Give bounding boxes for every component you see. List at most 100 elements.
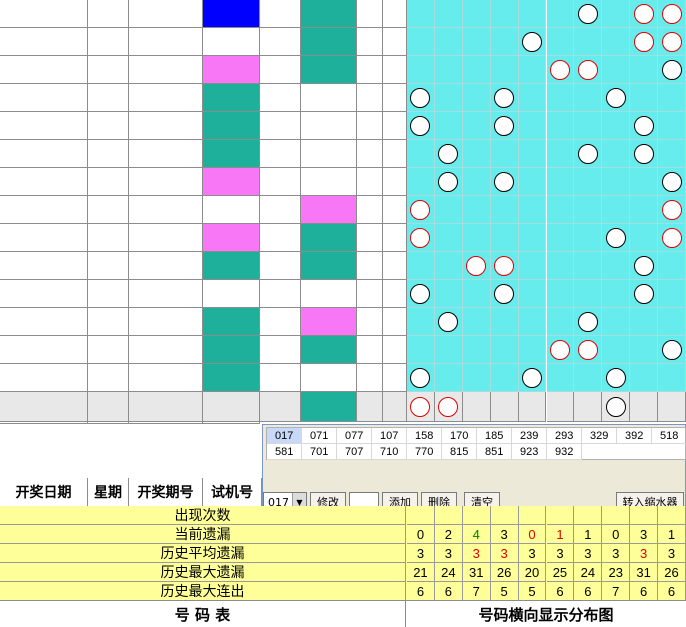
trial-number-item[interactable]: 701 <box>302 444 337 460</box>
cell-period <box>129 336 203 364</box>
dist-cell-3 <box>490 0 519 28</box>
dist-cell-1 <box>434 0 463 28</box>
cell-week <box>88 84 129 112</box>
header-trial[interactable]: 试机号 <box>203 478 262 506</box>
trial-number-item[interactable]: 518 <box>652 428 686 444</box>
header-date[interactable]: 开奖日期 <box>0 478 88 506</box>
cell-date[interactable] <box>0 252 88 280</box>
dist-cell-7 <box>602 112 631 140</box>
cell-period <box>129 140 203 168</box>
dist-cell-0 <box>407 84 435 112</box>
trial-number-item[interactable]: 815 <box>442 444 477 460</box>
cell-date[interactable] <box>0 224 88 252</box>
cell-draw <box>203 140 260 168</box>
dist-cell-4 <box>518 56 547 84</box>
cell-date[interactable] <box>0 56 88 84</box>
stat-value: 1 <box>574 525 603 544</box>
trial-number-item[interactable]: 770 <box>407 444 442 460</box>
cell-date[interactable] <box>0 196 88 224</box>
column-headers: 开奖日期 星期 开奖期号 试机号 <box>0 478 262 506</box>
cell-date[interactable] <box>0 308 88 336</box>
cell-b <box>383 224 407 252</box>
cell-a <box>357 336 383 364</box>
dist-cell-6 <box>574 0 603 28</box>
hit-ball <box>633 3 654 24</box>
trial-number-item[interactable]: 851 <box>477 444 512 460</box>
dist-cell-8 <box>630 28 659 56</box>
trial-number-item[interactable]: 329 <box>582 428 617 444</box>
stat-value: 31 <box>462 563 491 582</box>
cell-b <box>383 308 407 336</box>
cell-date[interactable] <box>0 84 88 112</box>
cell-date[interactable] <box>0 140 88 168</box>
trial-number-item[interactable]: 932 <box>547 444 582 460</box>
trial-number-item[interactable]: 170 <box>442 428 477 444</box>
cell-trial <box>301 336 357 364</box>
cell-b <box>383 252 407 280</box>
cell-week <box>88 280 129 308</box>
dist-cell-3 <box>490 196 519 224</box>
trial-number-item[interactable]: 392 <box>617 428 652 444</box>
header-week[interactable]: 星期 <box>88 478 129 506</box>
pending-b <box>383 392 407 422</box>
stat-label: 历史平均遗漏 <box>0 544 406 563</box>
distribution-title: 号码横向显示分布图 <box>478 606 614 624</box>
dist-cell-2 <box>462 84 491 112</box>
trial-number-item[interactable]: 581 <box>267 444 302 460</box>
dist-cell-1 <box>434 280 463 308</box>
stat-value: 3 <box>630 525 659 544</box>
cell-date[interactable] <box>0 0 88 28</box>
dist-cell-1 <box>434 140 463 168</box>
hit-ball <box>522 31 543 52</box>
trial-number-item[interactable]: 293 <box>547 428 582 444</box>
stat-value: 1 <box>658 525 686 544</box>
cell-date[interactable] <box>0 168 88 196</box>
dist-cell-4 <box>518 224 547 252</box>
cell-b <box>383 280 407 308</box>
hit-ball <box>410 227 431 248</box>
dist-cell-5 <box>546 308 575 336</box>
trial-number-item[interactable]: 107 <box>372 428 407 444</box>
dist-cell-1 <box>434 336 463 364</box>
hit-ball <box>494 87 515 108</box>
trial-number-item[interactable]: 071 <box>302 428 337 444</box>
trial-number-item[interactable]: 158 <box>407 428 442 444</box>
stat-label: 历史最大连出 <box>0 582 406 601</box>
trial-number-item[interactable]: 017 <box>267 428 302 444</box>
trial-number-item[interactable]: 185 <box>477 428 512 444</box>
cell-n1 <box>260 364 301 392</box>
trial-number-item[interactable]: 239 <box>512 428 547 444</box>
cell-date[interactable] <box>0 364 88 392</box>
cell-week <box>88 0 129 28</box>
cell-date[interactable] <box>0 280 88 308</box>
cell-n1 <box>260 196 301 224</box>
stat-value: 0 <box>602 525 631 544</box>
stat-value: 3 <box>658 544 686 563</box>
cell-a <box>357 224 383 252</box>
dist-cell-7 <box>602 280 631 308</box>
cell-week <box>88 308 129 336</box>
dist-cell-9 <box>658 168 686 196</box>
dist-cell-9 <box>658 84 686 112</box>
cell-date[interactable] <box>0 28 88 56</box>
dist-cell-2 <box>462 140 491 168</box>
dist-cell-0 <box>407 196 435 224</box>
cell-trial <box>301 280 357 308</box>
cell-trial <box>301 0 357 28</box>
cell-draw <box>203 196 260 224</box>
trial-number-item[interactable]: 707 <box>337 444 372 460</box>
dist-cell-9 <box>658 364 686 392</box>
trial-number-list[interactable]: 017 071 077 107 158 170 185 239 293 329 392 518 581 7… <box>266 427 686 460</box>
trial-number-item[interactable]: 077 <box>337 428 372 444</box>
cell-period <box>129 0 203 28</box>
dist-cell-0 <box>407 252 435 280</box>
cell-date[interactable] <box>0 112 88 140</box>
dist-cell-1 <box>434 168 463 196</box>
hit-ball <box>633 31 654 52</box>
trial-number-item[interactable]: 710 <box>372 444 407 460</box>
hit-ball <box>633 283 654 304</box>
cell-date[interactable] <box>0 336 88 364</box>
header-period[interactable]: 开奖期号 <box>129 478 203 506</box>
trial-number-item[interactable]: 923 <box>512 444 547 460</box>
stat-label: 出现次数 <box>0 506 406 525</box>
